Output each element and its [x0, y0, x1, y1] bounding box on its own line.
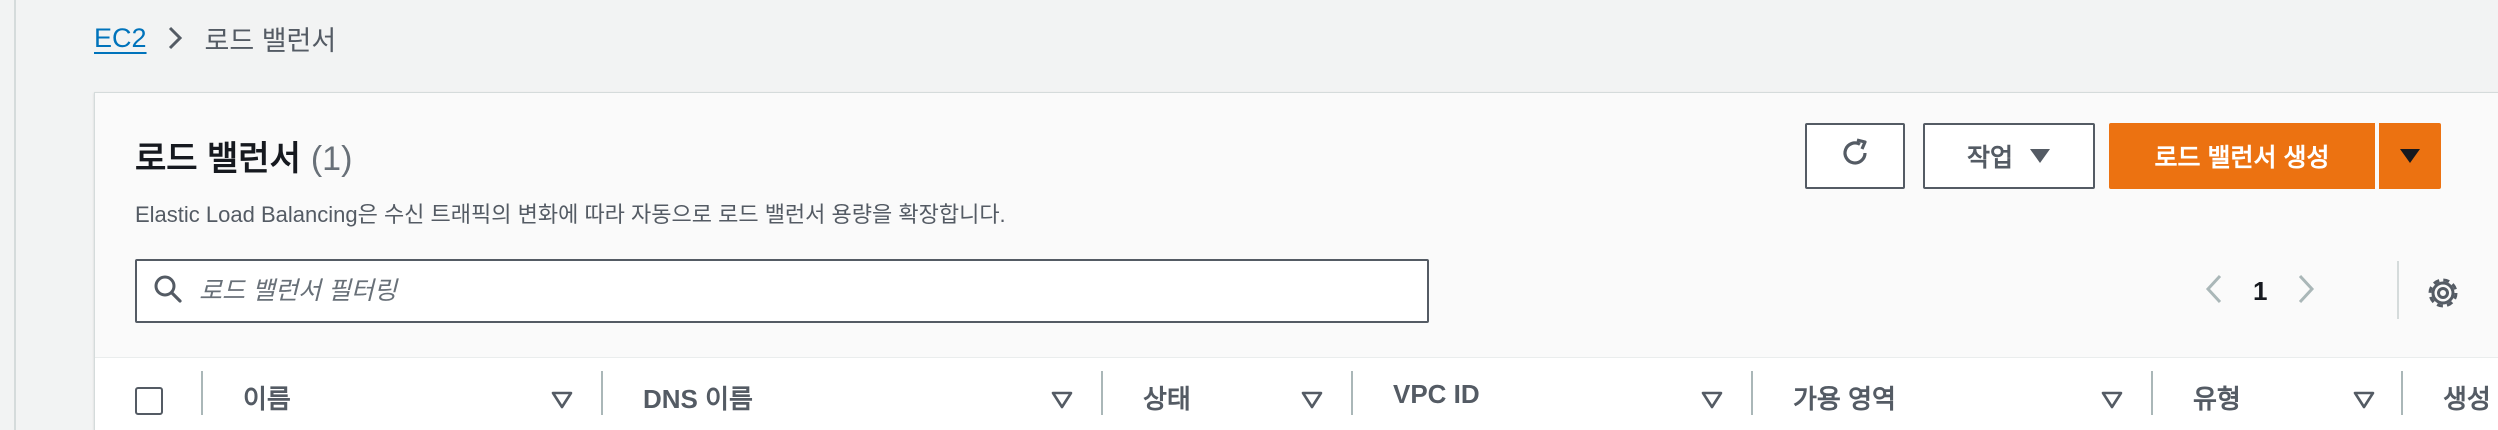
table-header-row	[95, 357, 2498, 430]
column-header-state[interactable]: 상태	[1143, 379, 1191, 416]
column-divider[interactable]	[2401, 371, 2403, 415]
refresh-button[interactable]	[1805, 123, 1905, 189]
column-divider[interactable]	[1101, 371, 1103, 415]
column-header-vpc-id[interactable]: VPC ID	[1393, 379, 1480, 410]
breadcrumb-current: 로드 밸런서	[204, 25, 337, 56]
refresh-icon	[1838, 136, 1872, 177]
sort-icon[interactable]	[551, 391, 573, 409]
panel-title-row: 로드 밸런서 (1)	[135, 131, 352, 180]
caret-down-icon	[2399, 142, 2421, 171]
column-header-created[interactable]: 생성	[2443, 379, 2491, 416]
pager-divider	[2397, 261, 2399, 319]
previous-page-icon[interactable]	[2205, 273, 2223, 310]
sort-icon[interactable]	[2101, 391, 2123, 409]
breadcrumb-ec2-link[interactable]: EC2	[94, 23, 147, 54]
column-divider[interactable]	[601, 371, 603, 415]
filter-search-box[interactable]	[135, 259, 1429, 323]
page-title: 로드 밸런서	[135, 140, 301, 178]
column-divider[interactable]	[1751, 371, 1753, 415]
pagination: 1	[2205, 265, 2315, 317]
load-balancers-panel: 로드 밸런서 (1) Elastic Load Balancing은 수신 트래…	[94, 92, 2498, 430]
column-header-name[interactable]: 이름	[243, 379, 291, 416]
item-count: (1)	[310, 140, 353, 178]
column-divider	[201, 371, 203, 415]
caret-down-icon	[2029, 142, 2051, 171]
column-header-dns-name[interactable]: DNS 이름	[643, 379, 753, 416]
column-divider[interactable]	[2151, 371, 2153, 415]
column-header-availability-zones[interactable]: 가용 영역	[1793, 379, 1896, 416]
panel-description: Elastic Load Balancing은 수신 트래픽의 변화에 따라 자…	[135, 202, 1006, 227]
filter-input[interactable]	[199, 276, 1427, 306]
actions-dropdown-button[interactable]: 작업	[1923, 123, 2095, 189]
chevron-right-icon	[167, 24, 185, 52]
create-options-dropdown-button[interactable]	[2379, 123, 2441, 189]
current-page-number[interactable]: 1	[2253, 276, 2267, 307]
breadcrumb: EC2 로드 밸런서	[94, 18, 336, 58]
sort-icon[interactable]	[2353, 391, 2375, 409]
gear-icon[interactable]	[2423, 273, 2463, 313]
select-all-checkbox[interactable]	[135, 387, 163, 415]
left-rail	[0, 0, 16, 430]
actions-label: 작업	[1966, 144, 2013, 172]
create-load-balancer-button[interactable]: 로드 밸런서 생성	[2109, 123, 2375, 189]
sort-icon[interactable]	[1301, 391, 1323, 409]
column-divider[interactable]	[1351, 371, 1353, 415]
search-icon	[153, 274, 183, 309]
sort-icon[interactable]	[1701, 391, 1723, 409]
column-header-type[interactable]: 유형	[2193, 379, 2241, 416]
next-page-icon[interactable]	[2297, 273, 2315, 310]
sort-icon[interactable]	[1051, 391, 1073, 409]
